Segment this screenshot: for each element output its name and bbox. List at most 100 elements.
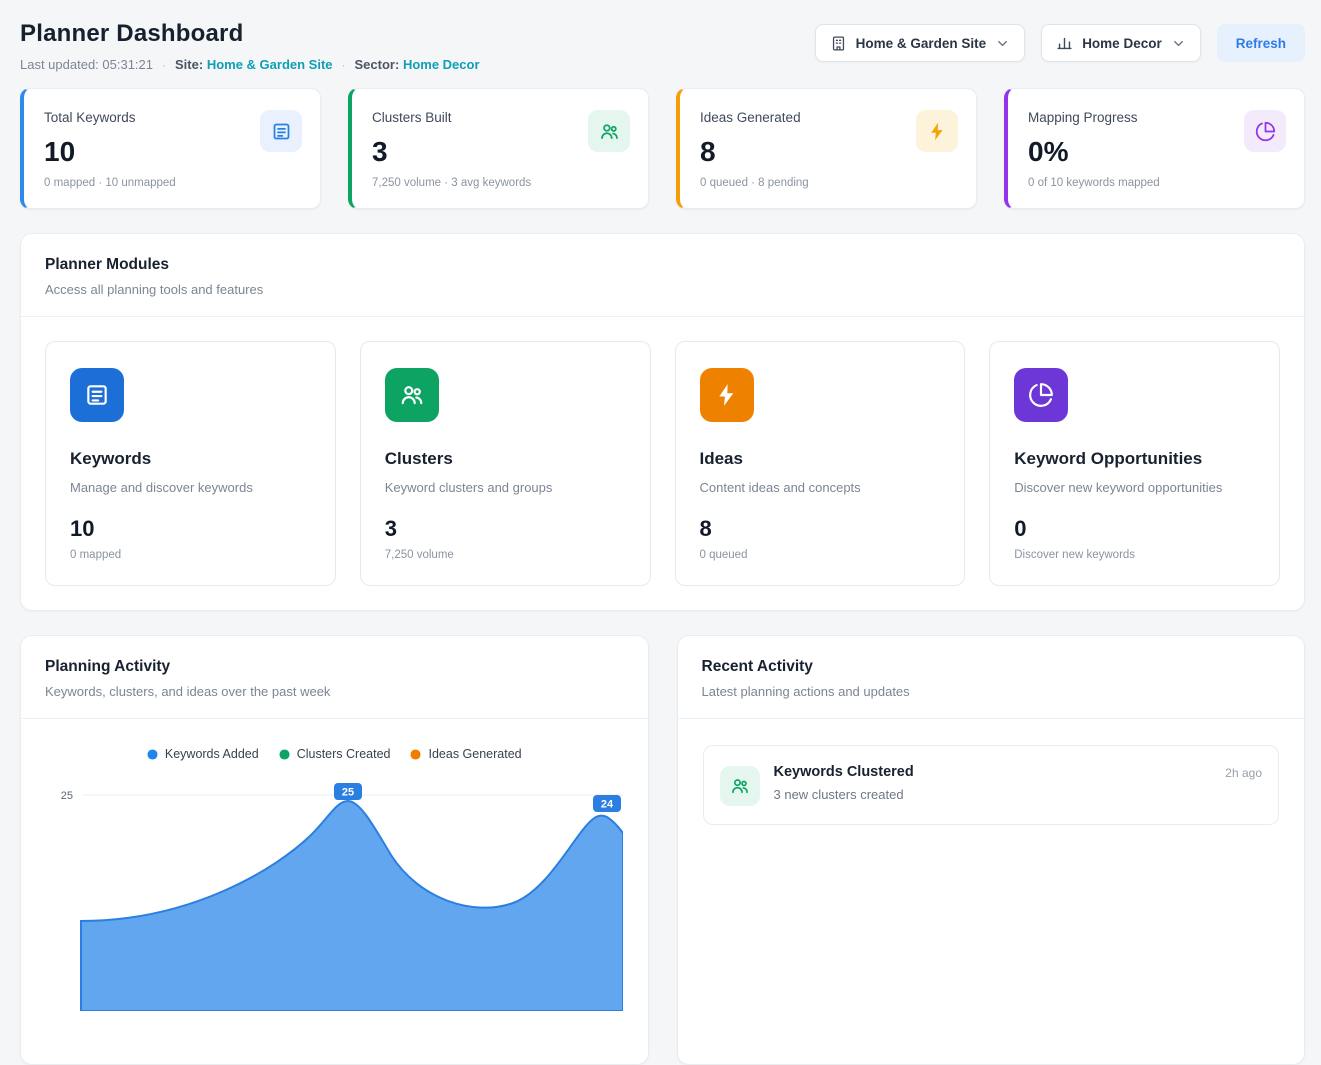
- chart-area: 25 25 24: [21, 761, 648, 1016]
- legend-item-keywords-added[interactable]: Keywords Added: [147, 747, 259, 761]
- recent-activity-panel: Recent Activity Latest planning actions …: [677, 635, 1306, 1065]
- planning-activity-title: Planning Activity: [45, 658, 624, 676]
- header-meta: Last updated: 05:31:21 · Site: Home & Ga…: [20, 57, 480, 72]
- module-description: Discover new keyword opportunities: [1014, 480, 1255, 495]
- recent-activity-title: Recent Activity: [702, 658, 1281, 676]
- activity-timestamp: 2h ago: [1225, 764, 1262, 780]
- building-icon: [830, 35, 847, 52]
- legend-label: Keywords Added: [165, 747, 259, 761]
- data-label-peak-1: 25: [334, 783, 362, 800]
- sector-label: Sector:: [355, 57, 400, 72]
- meta-separator: ·: [342, 58, 346, 72]
- module-value: 8: [700, 516, 941, 542]
- module-value: 0: [1014, 516, 1255, 542]
- sector-meta: Sector: Home Decor: [355, 57, 480, 72]
- header-actions: Home & Garden Site Home Decor Refresh: [815, 20, 1305, 62]
- stat-card-clusters-built: Clusters Built 3 7,250 volume · 3 avg ke…: [348, 88, 649, 209]
- module-title: Ideas: [700, 449, 941, 469]
- panel-header: Planner Modules Access all planning tool…: [21, 234, 1304, 316]
- stat-card-total-keywords: Total Keywords 10 0 mapped · 10 unmapped: [20, 88, 321, 209]
- users-icon: [588, 110, 630, 152]
- site-label: Site:: [175, 57, 203, 72]
- users-icon: [720, 766, 760, 806]
- users-icon: [385, 368, 439, 422]
- data-label-peak-2: 24: [593, 795, 621, 812]
- bar-chart-icon: [1056, 35, 1073, 52]
- activity-item-keywords-clustered[interactable]: Keywords Clustered 3 new clusters create…: [703, 745, 1280, 825]
- planner-modules-panel: Planner Modules Access all planning tool…: [20, 233, 1305, 611]
- panel-header: Recent Activity Latest planning actions …: [678, 636, 1305, 718]
- pie-chart-icon: [1014, 368, 1068, 422]
- stat-subtext: 0 of 10 keywords mapped: [1028, 177, 1284, 189]
- y-axis-tick: 25: [61, 790, 73, 802]
- legend-label: Clusters Created: [297, 747, 391, 761]
- legend-dot: [279, 749, 290, 760]
- refresh-button[interactable]: Refresh: [1217, 24, 1305, 62]
- last-updated-text: Last updated: 05:31:21: [20, 57, 153, 72]
- document-icon: [70, 368, 124, 422]
- legend-item-clusters-created[interactable]: Clusters Created: [279, 747, 391, 761]
- lightning-icon: [700, 368, 754, 422]
- module-card-keywords[interactable]: Keywords Manage and discover keywords 10…: [45, 341, 336, 586]
- stat-subtext: 7,250 volume · 3 avg keywords: [372, 177, 628, 189]
- sector-selector[interactable]: Home Decor: [1041, 24, 1201, 62]
- svg-text:24: 24: [601, 799, 614, 811]
- planning-activity-panel: Planning Activity Keywords, clusters, an…: [20, 635, 649, 1065]
- planning-activity-chart: 25 25 24: [41, 771, 623, 1011]
- sector-link[interactable]: Home Decor: [403, 57, 480, 72]
- page-title: Planner Dashboard: [20, 20, 480, 48]
- site-meta: Site: Home & Garden Site: [175, 57, 333, 72]
- svg-text:25: 25: [342, 787, 354, 799]
- document-icon: [260, 110, 302, 152]
- module-subtext: 0 queued: [700, 549, 941, 561]
- module-subtext: Discover new keywords: [1014, 549, 1255, 561]
- chevron-down-icon: [995, 36, 1010, 51]
- planner-dashboard-page: Planner Dashboard Last updated: 05:31:21…: [0, 0, 1321, 1065]
- module-description: Manage and discover keywords: [70, 480, 311, 495]
- stat-card-mapping-progress: Mapping Progress 0% 0 of 10 keywords map…: [1004, 88, 1305, 209]
- module-card-ideas[interactable]: Ideas Content ideas and concepts 8 0 que…: [675, 341, 966, 586]
- bottom-row: Planning Activity Keywords, clusters, an…: [20, 635, 1305, 1065]
- modules-subtitle: Access all planning tools and features: [45, 282, 1280, 297]
- module-subtext: 0 mapped: [70, 549, 311, 561]
- keywords-added-series: [81, 801, 623, 1011]
- site-link[interactable]: Home & Garden Site: [207, 57, 333, 72]
- module-card-clusters[interactable]: Clusters Keyword clusters and groups 3 7…: [360, 341, 651, 586]
- stat-subtext: 0 queued · 8 pending: [700, 177, 956, 189]
- module-title: Clusters: [385, 449, 626, 469]
- modules-title: Planner Modules: [45, 256, 1280, 274]
- legend-dot: [147, 749, 158, 760]
- panel-header: Planning Activity Keywords, clusters, an…: [21, 636, 648, 718]
- site-selector-label: Home & Garden Site: [856, 36, 987, 51]
- sector-selector-label: Home Decor: [1082, 36, 1162, 51]
- chevron-down-icon: [1171, 36, 1186, 51]
- activity-title: Keywords Clustered: [774, 764, 914, 780]
- meta-separator: ·: [162, 58, 166, 72]
- page-header: Planner Dashboard Last updated: 05:31:21…: [20, 20, 1305, 72]
- modules-grid: Keywords Manage and discover keywords 10…: [21, 317, 1304, 610]
- module-value: 10: [70, 516, 311, 542]
- module-title: Keyword Opportunities: [1014, 449, 1255, 469]
- module-description: Content ideas and concepts: [700, 480, 941, 495]
- activity-list: Keywords Clustered 3 new clusters create…: [678, 719, 1305, 851]
- activity-description: 3 new clusters created: [774, 787, 914, 802]
- legend-item-ideas-generated[interactable]: Ideas Generated: [410, 747, 521, 761]
- legend-label: Ideas Generated: [428, 747, 521, 761]
- lightning-icon: [916, 110, 958, 152]
- module-description: Keyword clusters and groups: [385, 480, 626, 495]
- pie-chart-icon: [1244, 110, 1286, 152]
- legend-dot: [410, 749, 421, 760]
- module-title: Keywords: [70, 449, 311, 469]
- header-left: Planner Dashboard Last updated: 05:31:21…: [20, 20, 480, 72]
- stat-subtext: 0 mapped · 10 unmapped: [44, 177, 300, 189]
- module-value: 3: [385, 516, 626, 542]
- activity-text: Keywords Clustered 3 new clusters create…: [774, 764, 914, 802]
- module-subtext: 7,250 volume: [385, 549, 626, 561]
- site-selector[interactable]: Home & Garden Site: [815, 24, 1026, 62]
- recent-activity-subtitle: Latest planning actions and updates: [702, 684, 1281, 699]
- planning-activity-subtitle: Keywords, clusters, and ideas over the p…: [45, 684, 624, 699]
- module-card-keyword-opportunities[interactable]: Keyword Opportunities Discover new keywo…: [989, 341, 1280, 586]
- stat-card-ideas-generated: Ideas Generated 8 0 queued · 8 pending: [676, 88, 977, 209]
- stats-row: Total Keywords 10 0 mapped · 10 unmapped…: [20, 88, 1305, 209]
- chart-legend: Keywords Added Clusters Created Ideas Ge…: [21, 719, 648, 761]
